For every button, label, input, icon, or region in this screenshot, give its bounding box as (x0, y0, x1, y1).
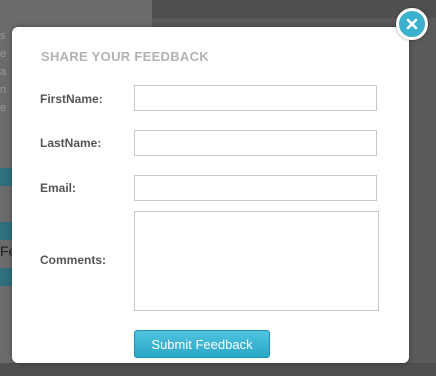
comments-field[interactable] (134, 211, 379, 311)
lastname-label: LastName: (40, 136, 102, 150)
background-text-fragment: n (0, 84, 7, 96)
close-button[interactable] (396, 8, 428, 40)
lastname-field[interactable] (134, 130, 377, 156)
firstname-label: FirstName: (40, 92, 103, 106)
comments-label: Comments: (40, 253, 107, 267)
modal-title: SHARE YOUR FEEDBACK (41, 49, 209, 64)
email-field[interactable] (134, 175, 377, 201)
background-footer (0, 363, 436, 376)
submit-feedback-button[interactable]: Submit Feedback (134, 330, 270, 358)
background-text-fragment: Fe (0, 243, 12, 259)
background-text-fragment: e (0, 102, 7, 114)
background-button-fragment (0, 168, 12, 186)
background-text-fragment: s (0, 30, 6, 42)
feedback-modal: SHARE YOUR FEEDBACK FirstName: LastName:… (12, 27, 409, 363)
email-label: Email: (40, 181, 77, 195)
background-button-fragment (0, 268, 12, 286)
firstname-field[interactable] (134, 85, 377, 111)
page-overlay: s e a n e Fe SHARE YOUR FEEDBACK FirstNa… (0, 0, 436, 376)
background-text-fragment: a (0, 66, 7, 78)
close-icon (406, 18, 418, 30)
background-header (152, 0, 436, 18)
background-button-fragment (0, 222, 12, 240)
background-text-fragment: e (0, 48, 7, 60)
